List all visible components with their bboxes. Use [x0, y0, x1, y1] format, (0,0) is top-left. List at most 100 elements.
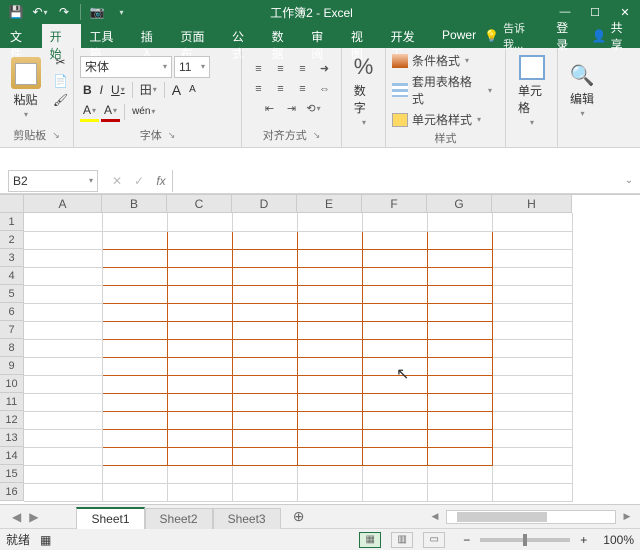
cell-A15[interactable]	[24, 465, 102, 483]
cell-E2[interactable]	[297, 231, 362, 249]
cell-E16[interactable]	[297, 483, 362, 501]
clipboard-launcher[interactable]: ↘	[52, 130, 60, 141]
view-pagebreak-button[interactable]: ▭	[423, 532, 445, 548]
row-header-8[interactable]: 8	[0, 339, 24, 357]
phonetic-button[interactable]: wén▾	[129, 102, 158, 122]
cell-C16[interactable]	[167, 483, 232, 501]
format-painter-button[interactable]: 🖌	[53, 92, 69, 108]
cell-E4[interactable]	[297, 267, 362, 285]
cell-C7[interactable]	[167, 321, 232, 339]
cell-H11[interactable]	[492, 393, 572, 411]
cell-F2[interactable]	[362, 231, 427, 249]
decrease-indent-button[interactable]: ⇤	[260, 100, 280, 118]
cell-H5[interactable]	[492, 285, 572, 303]
align-bottom-button[interactable]: ≡	[293, 60, 313, 78]
decrease-font-button[interactable]: A	[186, 80, 199, 100]
row-header-12[interactable]: 12	[0, 411, 24, 429]
cell-E3[interactable]	[297, 249, 362, 267]
row-header-10[interactable]: 10	[0, 375, 24, 393]
cell-D7[interactable]	[232, 321, 297, 339]
cell-A13[interactable]	[24, 429, 102, 447]
underline-button[interactable]: U▾	[108, 80, 128, 100]
cell-A9[interactable]	[24, 357, 102, 375]
formula-bar-expand[interactable]: ⌄	[622, 175, 640, 186]
cell-H15[interactable]	[492, 465, 572, 483]
font-name-select[interactable]: 宋体▾	[80, 56, 172, 78]
editing-button[interactable]: 🔍 编辑 ▾	[564, 55, 601, 127]
col-header-A[interactable]: A	[24, 195, 102, 213]
cell-D4[interactable]	[232, 267, 297, 285]
tab-toolbox[interactable]: 工具箱	[81, 24, 132, 48]
cell-A7[interactable]	[24, 321, 102, 339]
cell-B7[interactable]	[102, 321, 167, 339]
col-header-C[interactable]: C	[167, 195, 232, 213]
cell-B15[interactable]	[102, 465, 167, 483]
paste-button[interactable]: 粘贴 ▾	[5, 52, 47, 124]
cell-C14[interactable]	[167, 447, 232, 465]
row-header-2[interactable]: 2	[0, 231, 24, 249]
cell-D11[interactable]	[232, 393, 297, 411]
cell-H9[interactable]	[492, 357, 572, 375]
cell-C5[interactable]	[167, 285, 232, 303]
tab-insert[interactable]: 插入	[133, 24, 173, 48]
cell-E5[interactable]	[297, 285, 362, 303]
number-format-button[interactable]: % 数字 ▾	[348, 55, 380, 127]
col-header-H[interactable]: H	[492, 195, 572, 213]
row-header-3[interactable]: 3	[0, 249, 24, 267]
cancel-button[interactable]: ✕	[106, 174, 128, 188]
cell-H4[interactable]	[492, 267, 572, 285]
fx-button[interactable]: fx	[150, 174, 172, 188]
tab-pagelayout[interactable]: 页面布	[172, 24, 223, 48]
cell-C8[interactable]	[167, 339, 232, 357]
cells-button[interactable]: 单元格 ▾	[512, 55, 551, 127]
cell-E1[interactable]	[297, 213, 362, 231]
cell-H3[interactable]	[492, 249, 572, 267]
tab-data[interactable]: 数据	[264, 24, 304, 48]
cell-A11[interactable]	[24, 393, 102, 411]
cell-C13[interactable]	[167, 429, 232, 447]
cell-B14[interactable]	[102, 447, 167, 465]
cell-C6[interactable]	[167, 303, 232, 321]
cell-G11[interactable]	[427, 393, 492, 411]
tab-home[interactable]: 开始	[42, 24, 82, 48]
hscroll-left[interactable]: ◀	[428, 511, 442, 522]
cell-F10[interactable]	[362, 375, 427, 393]
qat-customize[interactable]: ▾	[109, 0, 133, 24]
conditional-format-button[interactable]: 条件格式▾	[392, 52, 492, 69]
cell-A10[interactable]	[24, 375, 102, 393]
zoom-out-button[interactable]: −	[463, 533, 470, 547]
cell-B13[interactable]	[102, 429, 167, 447]
sheet-nav-next[interactable]: ▶	[29, 510, 38, 524]
qat-undo[interactable]: ↶▾	[28, 0, 52, 24]
cell-H1[interactable]	[492, 213, 572, 231]
sheet-nav-prev[interactable]: ◀	[12, 510, 21, 524]
sheet-tab-sheet1[interactable]: Sheet1	[76, 507, 144, 529]
cell-F3[interactable]	[362, 249, 427, 267]
italic-button[interactable]: I	[97, 80, 106, 100]
wrap-text-button[interactable]: ➜	[315, 60, 335, 78]
cell-B2[interactable]	[102, 231, 167, 249]
zoom-slider[interactable]	[480, 538, 570, 542]
cell-G7[interactable]	[427, 321, 492, 339]
font-size-select[interactable]: 11▾	[174, 56, 210, 78]
cell-C4[interactable]	[167, 267, 232, 285]
cell-F9[interactable]	[362, 357, 427, 375]
tab-review[interactable]: 审阅	[303, 24, 343, 48]
cell-A6[interactable]	[24, 303, 102, 321]
cell-A3[interactable]	[24, 249, 102, 267]
cell-F5[interactable]	[362, 285, 427, 303]
cell-G1[interactable]	[427, 213, 492, 231]
cell-E9[interactable]	[297, 357, 362, 375]
font-color-button[interactable]: A▾	[101, 102, 120, 122]
cell-H2[interactable]	[492, 231, 572, 249]
cell-C2[interactable]	[167, 231, 232, 249]
cell-E8[interactable]	[297, 339, 362, 357]
tab-power[interactable]: Power	[434, 24, 484, 48]
cell-B6[interactable]	[102, 303, 167, 321]
bold-button[interactable]: B	[80, 80, 95, 100]
align-middle-button[interactable]: ≡	[271, 60, 291, 78]
cell-G12[interactable]	[427, 411, 492, 429]
cell-H13[interactable]	[492, 429, 572, 447]
cell-G3[interactable]	[427, 249, 492, 267]
name-box[interactable]: B2 ▾	[8, 170, 98, 192]
